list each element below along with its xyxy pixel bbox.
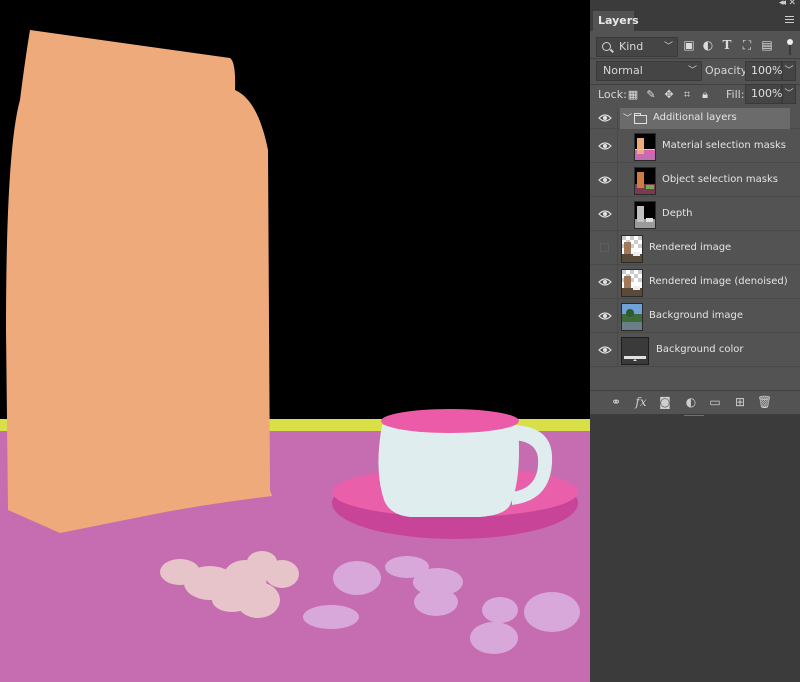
layer-row-background-color[interactable]: Background color [590,333,800,367]
visibility-toggle[interactable] [590,333,618,366]
link-icon[interactable]: ⚭ [609,395,623,409]
visibility-toggle[interactable] [590,265,618,298]
type-filter-icon[interactable]: T [720,38,734,52]
layer-row-rendered-image-denoised[interactable]: Rendered image (denoised) [590,265,800,299]
lock-image-icon[interactable]: ✎ [645,89,657,101]
delete-icon[interactable]: 🗑︎ [757,395,772,409]
new-layer-icon[interactable]: ⊞ [733,395,747,409]
layers-footer-toolbar: ⚭ fx ◙ ◐ ▭ ⊞ 🗑︎ [590,390,800,415]
panel-tab-row: Layers [590,11,800,31]
visibility-toggle[interactable] [590,163,618,196]
adjustment-icon[interactable]: ◐ [684,395,698,409]
layer-row-material-selection-masks[interactable]: Material selection masks [590,129,800,163]
opacity-dropdown-icon[interactable]: ﹀ [782,61,796,81]
filter-row: Kind ﹀ ▣ ◐ T ⛶ ▤ [590,33,800,57]
folder-icon [634,113,647,124]
lock-transparent-icon[interactable]: ▦ [627,89,639,101]
lock-artboard-icon[interactable]: ⌗ [681,89,693,101]
adjustment-filter-icon[interactable]: ◐ [701,38,715,52]
chevron-down-icon: ﹀ [663,42,673,52]
eye-icon [598,140,612,152]
layer-row-depth[interactable]: Depth [590,197,800,231]
layer-thumbnail [634,201,656,229]
eye-icon [598,310,612,322]
filter-toggle[interactable] [787,39,793,59]
shape-filter-icon[interactable]: ⛶ [740,38,754,52]
search-icon [602,42,611,51]
fill-input[interactable]: 100% [745,84,782,104]
visibility-toggle[interactable] [590,108,618,128]
layer-name: Rendered image [649,241,732,253]
resize-grip[interactable] [684,415,704,418]
cup-body [378,425,519,517]
eye-icon [598,208,612,220]
layer-name: Depth [662,207,693,219]
layer-thumbnail [634,167,656,195]
image-filter-icon[interactable]: ▣ [682,38,696,52]
panel-empty-area [590,414,800,682]
layer-thumbnail [621,337,649,365]
blend-mode-select[interactable]: Normal ﹀ [596,61,702,81]
layer-row-rendered-image[interactable]: Rendered image [590,231,800,265]
eye-icon [598,344,612,356]
layer-row-object-selection-masks[interactable]: Object selection masks [590,163,800,197]
panel-title-bar: ◂◂ ✕ [590,0,800,11]
divider [590,58,800,59]
lock-position-icon[interactable]: ✥ [663,89,675,101]
chevron-down-icon: ﹀ [687,66,697,76]
opacity-label: Opacity: [705,64,751,77]
layer-thumbnail [621,269,643,297]
visibility-toggle[interactable] [590,129,618,162]
layer-row-additional-layers[interactable]: ﹀ Additional layers [590,108,800,129]
layer-name: Background image [649,309,743,321]
canvas-artwork [0,0,590,682]
layer-thumbnail [621,303,643,331]
opacity-input[interactable]: 100% [745,61,782,81]
layer-row-background-image[interactable]: Background image [590,299,800,333]
cup-interior [381,409,519,433]
layer-list: ﹀ Additional layers Material selection m… [590,108,800,370]
fx-icon[interactable]: fx [634,395,648,409]
fill-dropdown-icon[interactable]: ﹀ [782,84,796,104]
panel-menu-icon[interactable] [785,16,794,25]
close-panel-icon[interactable]: ✕ [788,0,796,8]
layer-name: Object selection masks [662,173,778,185]
lock-all-icon[interactable]: 🔒︎ [699,89,711,101]
collapse-panel-icon[interactable]: ◂◂ [779,0,786,8]
visibility-toggle[interactable] [590,231,618,264]
tab-layers[interactable]: Layers [593,11,639,31]
group-icon[interactable]: ▭ [708,395,722,409]
lock-label: Lock: [598,88,627,101]
layer-name: Material selection masks [662,139,787,151]
hidden-visibility-box [600,243,609,252]
smart-object-filter-icon[interactable]: ▤ [760,38,774,52]
visibility-toggle[interactable] [590,197,618,230]
filter-kind-value: Kind [619,40,644,53]
eye-icon [598,276,612,288]
eye-icon [598,112,612,124]
visibility-toggle[interactable] [590,299,618,332]
layer-name: Additional layers [653,112,737,123]
layer-thumbnail [621,235,643,263]
filter-kind-select[interactable]: Kind ﹀ [596,37,678,57]
layer-name: Background color [656,343,744,355]
layer-name: Rendered image (denoised) [649,275,788,287]
coffee-bag [6,30,272,533]
blend-mode-value: Normal [603,64,643,77]
fill-label: Fill: [726,88,745,101]
chevron-down-icon[interactable]: ﹀ [623,111,632,124]
layers-panel: ◂◂ ✕ Layers Kind ﹀ ▣ ◐ T ⛶ ▤ Normal ﹀ Op… [590,0,800,682]
document-canvas[interactable] [0,0,590,682]
eye-icon [598,174,612,186]
mask-icon[interactable]: ◙ [658,395,672,409]
layer-thumbnail [634,133,656,161]
